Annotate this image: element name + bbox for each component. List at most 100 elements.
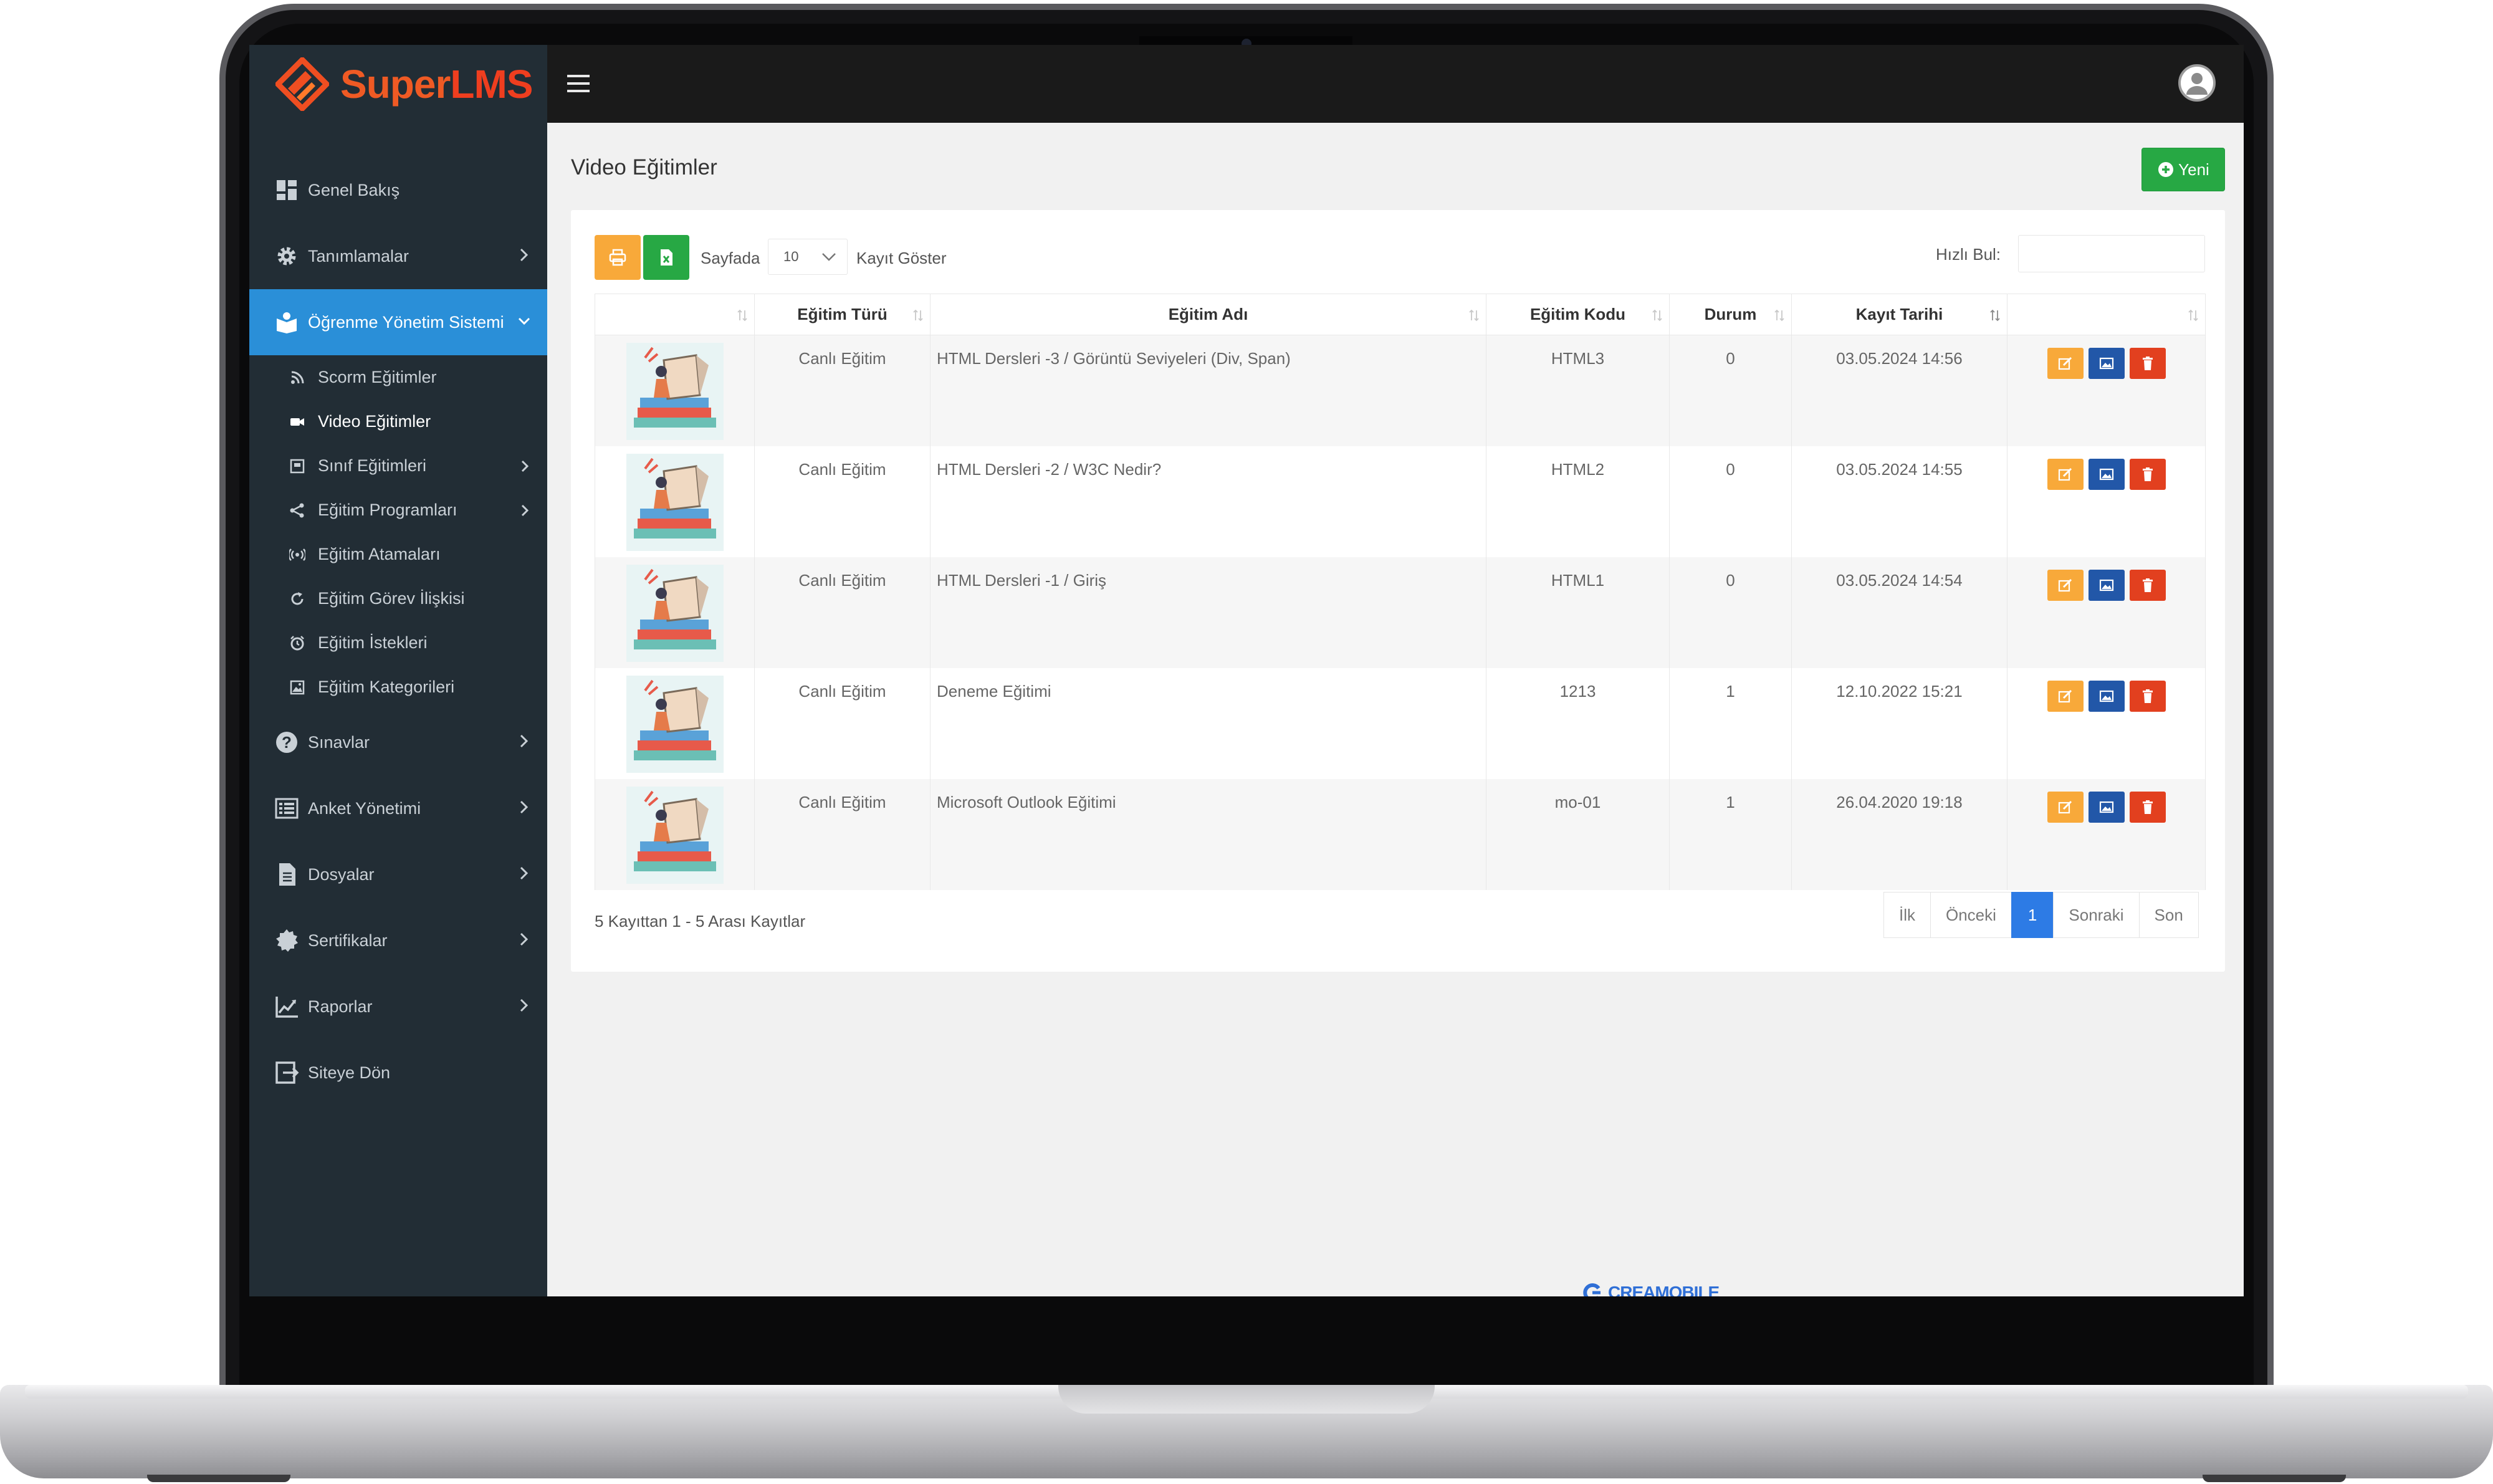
image-icon — [2099, 690, 2113, 702]
question-icon: ? — [276, 732, 297, 753]
column-header-type[interactable]: Eğitim Türü — [754, 294, 931, 335]
row-actions — [2007, 680, 2205, 712]
delete-button[interactable] — [2129, 348, 2166, 379]
cell-type: Canlı Eğitim — [754, 446, 931, 557]
sidebar-subitem-label: Video Eğitimler — [318, 412, 431, 431]
row-actions — [2007, 569, 2205, 601]
course-thumbnail-icon[interactable] — [626, 564, 724, 662]
image-button[interactable] — [2088, 348, 2125, 379]
file-icon — [279, 863, 295, 886]
cell-type: Canlı Eğitim — [754, 335, 931, 446]
sidebar-subitem-label: Eğitim İstekleri — [318, 633, 428, 652]
image-button[interactable] — [2088, 458, 2125, 490]
sidebar-subitem-label: Eğitim Programları — [318, 500, 457, 519]
cell-actions — [2007, 335, 2206, 446]
column-header-label: Durum — [1704, 305, 1757, 323]
top-bar — [547, 45, 2244, 123]
laptop-opening-notch — [1058, 1385, 1435, 1414]
sidebar-subitem-sinif[interactable]: Sınıf Eğitimleri — [249, 444, 547, 488]
edit-button[interactable] — [2047, 569, 2084, 601]
image-icon — [2099, 579, 2113, 591]
column-header-thumbnail[interactable] — [595, 294, 755, 335]
column-header-code[interactable]: Eğitim Kodu — [1486, 294, 1670, 335]
cell-status: 0 — [1669, 446, 1792, 557]
laptop-foot-right — [2203, 1475, 2346, 1482]
edit-icon — [2058, 800, 2072, 813]
cell-status: 0 — [1669, 335, 1792, 446]
image-button[interactable] — [2088, 680, 2125, 712]
sidebar-subitem-gorev-iliskisi[interactable]: Eğitim Görev İlişkisi — [249, 577, 547, 621]
sidebar-item-label: Siteye Dön — [308, 1063, 391, 1082]
cell-status: 1 — [1669, 778, 1792, 890]
course-thumbnail-icon[interactable] — [626, 343, 724, 440]
column-header-date[interactable]: Kayıt Tarihi — [1791, 294, 2007, 335]
hamburger-menu-icon[interactable] — [566, 72, 591, 95]
sidebar-item-genel-bakis[interactable]: Genel Bakış — [249, 157, 547, 223]
sidebar-item-raporlar[interactable]: Raporlar — [249, 974, 547, 1040]
user-avatar-icon[interactable] — [2178, 64, 2216, 102]
course-thumbnail-icon[interactable] — [626, 675, 724, 773]
image-button[interactable] — [2088, 791, 2125, 823]
sidebar-subitem-video[interactable]: Video Eğitimler — [249, 400, 547, 444]
course-thumbnail-icon[interactable] — [626, 786, 724, 884]
app-logo[interactable]: SuperLMS — [249, 45, 547, 123]
pagination-first[interactable]: İlk — [1883, 892, 1931, 938]
excel-file-icon — [661, 249, 672, 266]
column-header-actions[interactable] — [2007, 294, 2206, 335]
cell-name: HTML Dersleri -3 / Görüntü Seviyeleri (D… — [930, 335, 1486, 446]
excel-export-button[interactable] — [643, 235, 689, 280]
delete-button[interactable] — [2129, 791, 2166, 823]
sidebar-item-dosyalar[interactable]: Dosyalar — [249, 841, 547, 907]
chevron-right-icon — [520, 998, 529, 1012]
quick-search-input[interactable] — [2018, 235, 2205, 272]
sidebar: SuperLMS Genel Bakış Tanımlamalar Öğrenm… — [249, 45, 547, 1296]
page-title: Video Eğitimler — [571, 155, 717, 180]
sidebar-subitem-programlar[interactable]: Eğitim Programları — [249, 488, 547, 532]
delete-button[interactable] — [2129, 458, 2166, 490]
sidebar-item-sertifikalar[interactable]: Sertifikalar — [249, 907, 547, 974]
chart-icon — [275, 997, 298, 1018]
per-page-select[interactable]: 10 — [768, 239, 848, 275]
sidebar-item-ogrenme-yonetim-sistemi[interactable]: Öğrenme Yönetim Sistemi — [249, 289, 547, 355]
column-header-status[interactable]: Durum — [1669, 294, 1792, 335]
edit-button[interactable] — [2047, 458, 2084, 490]
image-icon — [290, 680, 305, 694]
sidebar-subitem-kategoriler[interactable]: Eğitim Kategorileri — [249, 665, 547, 709]
footer-brand[interactable]: CREAMOBILE — [1582, 1282, 1720, 1296]
sidebar-subitem-atamalar[interactable]: Eğitim Atamaları — [249, 532, 547, 577]
table-header-row: Eğitim Türü Eğitim Adı Eğitim Kodu Durum… — [595, 294, 2206, 335]
sidebar-item-siteye-don[interactable]: Siteye Dön — [249, 1040, 547, 1106]
chevron-right-icon — [521, 460, 529, 472]
logo-text-super: Super — [340, 61, 451, 107]
edit-button[interactable] — [2047, 348, 2084, 379]
pagination-previous[interactable]: Önceki — [1930, 892, 2012, 938]
sidebar-item-label: Sertifikalar — [308, 931, 388, 950]
sidebar-subitem-scorm[interactable]: Scorm Eğitimler — [249, 355, 547, 400]
delete-button[interactable] — [2129, 569, 2166, 601]
pagination-current-page[interactable]: 1 — [2011, 892, 2054, 938]
sidebar-item-sinavlar[interactable]: ? Sınavlar — [249, 709, 547, 775]
edit-button[interactable] — [2047, 791, 2084, 823]
print-button[interactable] — [595, 235, 641, 280]
new-button[interactable]: Yeni — [2141, 148, 2225, 191]
plus-circle-icon — [2158, 162, 2174, 177]
quick-search-label: Hızlı Bul: — [1936, 245, 2001, 264]
refresh-icon — [291, 591, 304, 605]
sidebar-subitem-istekler[interactable]: Eğitim İstekleri — [249, 621, 547, 665]
pagination-next[interactable]: Sonraki — [2053, 892, 2140, 938]
column-header-name[interactable]: Eğitim Adı — [930, 294, 1486, 335]
sidebar-item-anket-yonetimi[interactable]: Anket Yönetimi — [249, 775, 547, 841]
course-thumbnail-icon[interactable] — [626, 453, 724, 551]
chevron-down-icon — [518, 317, 530, 325]
delete-button[interactable] — [2129, 680, 2166, 712]
chevron-right-icon — [520, 248, 529, 262]
cell-name: HTML Dersleri -2 / W3C Nedir? — [930, 446, 1486, 557]
cell-thumbnail — [595, 446, 755, 557]
edit-button[interactable] — [2047, 680, 2084, 712]
sidebar-item-tanimlamalar[interactable]: Tanımlamalar — [249, 223, 547, 289]
sidebar-item-label: Sınavlar — [308, 732, 370, 752]
pagination-last[interactable]: Son — [2138, 892, 2199, 938]
column-header-label: Eğitim Türü — [797, 305, 888, 323]
logo-text-lms: LMS — [450, 61, 533, 107]
image-button[interactable] — [2088, 569, 2125, 601]
